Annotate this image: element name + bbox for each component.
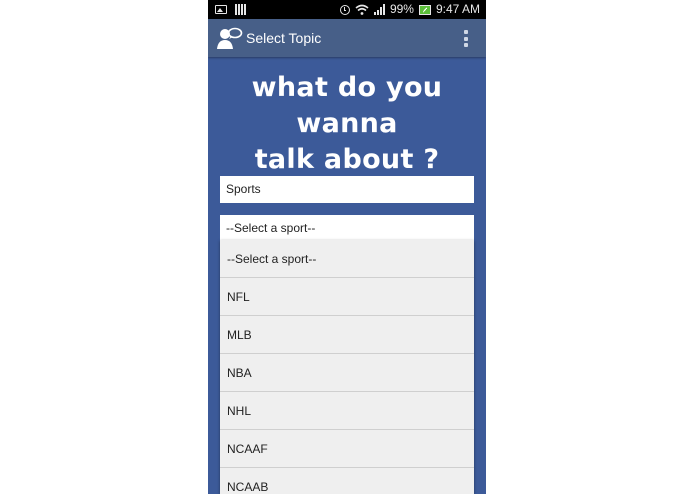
chat-person-icon[interactable]	[217, 25, 243, 51]
status-time: 9:47 AM	[435, 2, 480, 16]
topic-field[interactable]: Sports	[220, 176, 474, 203]
battery-percent: 99%	[389, 2, 414, 16]
sport-option[interactable]: MLB	[220, 316, 474, 354]
screen-title: Select Topic	[246, 30, 322, 46]
status-right-icons: 99% 9:47 AM	[339, 0, 480, 19]
sport-option[interactable]: NCAAF	[220, 430, 474, 468]
signal-icon	[373, 4, 385, 15]
overflow-menu-icon[interactable]	[464, 30, 468, 47]
sport-option[interactable]: NCAAB	[220, 468, 474, 494]
heading-line-1: what do you wanna	[251, 72, 443, 139]
sport-dropdown-list: --Select a sport-- NFL MLB NBA NHL NCAAF NCAAB	[220, 240, 474, 494]
sport-option[interactable]: NHL	[220, 392, 474, 430]
sport-option[interactable]: NBA	[220, 354, 474, 392]
action-bar: Select Topic	[208, 19, 486, 57]
image-icon	[215, 5, 227, 14]
alarm-icon	[339, 4, 350, 15]
sport-select[interactable]: --Select a sport--	[220, 215, 474, 241]
wifi-icon	[355, 4, 369, 15]
status-left-icons	[215, 0, 246, 19]
phone-screen: 99% 9:47 AM Select Topic what do you wan…	[208, 0, 486, 494]
heading-line-2: talk about ?	[254, 144, 440, 175]
sport-option[interactable]: --Select a sport--	[220, 240, 474, 278]
sport-option[interactable]: NFL	[220, 278, 474, 316]
page-heading: what do you wanna talk about ?	[208, 70, 486, 178]
battery-charging-icon	[418, 4, 431, 15]
status-bar: 99% 9:47 AM	[208, 0, 486, 19]
barcode-icon	[235, 4, 246, 15]
